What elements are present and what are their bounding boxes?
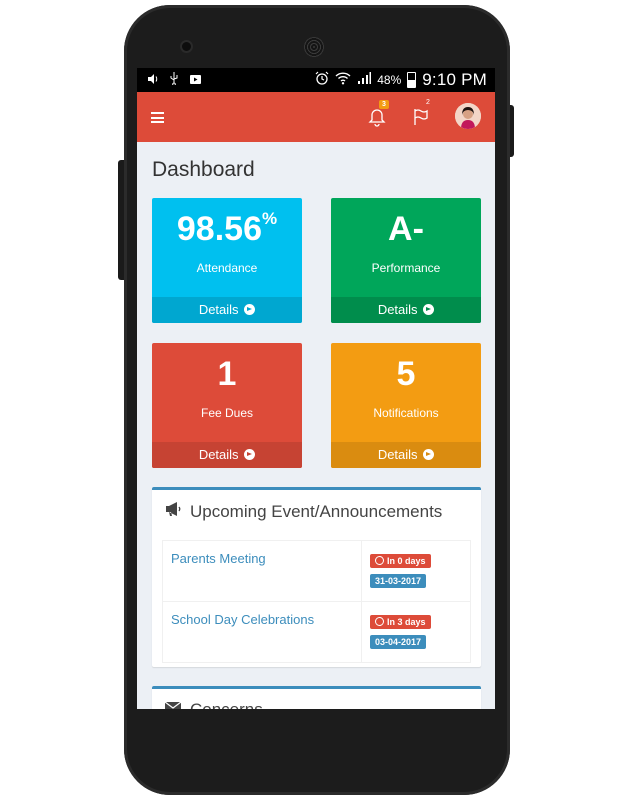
clock-icon (375, 617, 384, 626)
menu-toggle-icon[interactable] (151, 112, 164, 123)
megaphone-icon (164, 501, 182, 522)
details-label: Details (377, 302, 418, 317)
wifi-icon (335, 71, 351, 90)
flag-icon[interactable] (409, 105, 433, 129)
earpiece-speaker (304, 37, 324, 57)
clock-icon (375, 556, 384, 565)
tile-label: Notifications (373, 406, 439, 420)
performance-tile: A- Performance Details (331, 198, 481, 323)
event-meta-cell: In 3 days 03-04-2017 (361, 601, 471, 663)
tile-label: Attendance (196, 261, 258, 275)
attendance-details-link[interactable]: Details (152, 297, 302, 323)
arrow-circle-right-icon (423, 304, 435, 315)
event-meta-cell: In 0 days 31-03-2017 (361, 540, 471, 602)
event-name-link[interactable]: School Day Celebrations (162, 601, 362, 663)
events-title-text: Upcoming Event/Announcements (190, 501, 443, 521)
countdown-badge: In 0 days (370, 554, 431, 568)
arrow-circle-right-icon (244, 304, 256, 315)
countdown-text: In 3 days (387, 617, 426, 627)
fee-dues-tile: 1 Fee Dues Details (152, 343, 302, 468)
attendance-unit: % (261, 208, 278, 228)
tile-value: 98.56% (152, 208, 302, 249)
app-screen: 48% 9:10 PM 3 2 Dashboard 98.56% Attenda… (137, 68, 495, 709)
countdown-badge: In 3 days (370, 615, 431, 629)
battery-icon (407, 72, 417, 88)
envelope-icon (164, 700, 182, 709)
details-label: Details (377, 447, 418, 462)
front-camera (182, 42, 191, 51)
fee-dues-details-link[interactable]: Details (152, 442, 302, 468)
details-label: Details (198, 302, 239, 317)
user-avatar[interactable] (455, 103, 481, 129)
battery-percent: 48% (377, 73, 402, 87)
performance-details-link[interactable]: Details (331, 297, 481, 323)
notifications-count-badge: 3 (379, 100, 389, 109)
notifications-details-link[interactable]: Details (331, 442, 481, 468)
table-row: Parents Meeting In 0 days 31-03-2017 (162, 540, 471, 602)
flags-count-badge: 2 (426, 99, 430, 106)
status-bar: 48% 9:10 PM (137, 68, 495, 92)
arrow-circle-right-icon (244, 449, 256, 460)
media-icon (189, 72, 202, 90)
alarm-icon (315, 71, 329, 90)
signal-icon (357, 71, 372, 90)
clock-time: 9:10 PM (422, 70, 487, 89)
arrow-circle-right-icon (423, 449, 435, 460)
details-label: Details (198, 447, 239, 462)
tile-label: Fee Dues (200, 406, 254, 420)
usb-icon (169, 72, 179, 90)
notifications-tile: 5 Notifications Details (331, 343, 481, 468)
events-box-title: Upcoming Event/Announcements (164, 501, 442, 522)
concerns-box: Concerns (152, 686, 481, 709)
date-badge: 03-04-2017 (370, 635, 427, 649)
fee-dues-value: 1 (217, 355, 237, 393)
date-badge: 31-03-2017 (370, 574, 427, 588)
volume-icon (147, 72, 159, 90)
tile-label: Performance (371, 261, 441, 275)
page-title: Dashboard (152, 158, 255, 181)
concerns-title-text: Concerns (190, 700, 263, 709)
table-row: School Day Celebrations In 3 days 03-04-… (162, 601, 471, 663)
attendance-tile: 98.56% Attendance Details (152, 198, 302, 323)
performance-value: A- (388, 210, 424, 248)
notifications-value: 5 (396, 355, 416, 393)
events-box: Upcoming Event/Announcements Parents Mee… (152, 487, 481, 667)
countdown-text: In 0 days (387, 556, 426, 566)
concerns-box-title: Concerns (164, 700, 263, 709)
app-header: 3 2 (137, 92, 495, 142)
event-name-link[interactable]: Parents Meeting (162, 540, 362, 602)
events-table: Parents Meeting In 0 days 31-03-2017 Sch… (162, 540, 471, 663)
attendance-value: 98.56 (176, 210, 262, 248)
